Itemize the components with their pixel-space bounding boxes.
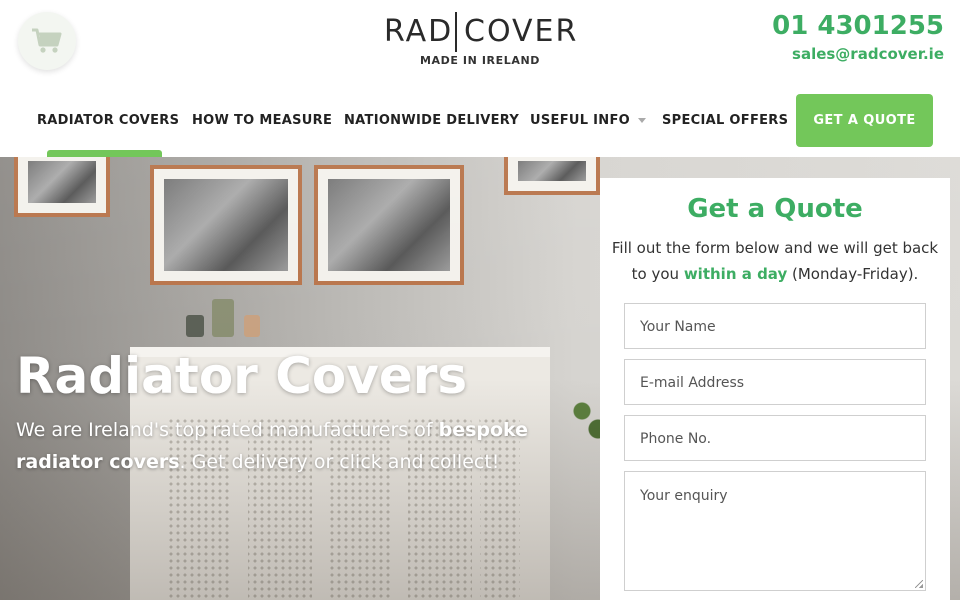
nav-special-offers[interactable]: SPECIAL OFFERS (662, 113, 788, 128)
form-subtitle-highlight: within a day (683, 265, 788, 283)
nav-useful-info[interactable]: USEFUL INFO (530, 113, 646, 128)
form-subtitle-part: (Monday-Friday). (787, 265, 919, 283)
resize-handle-icon[interactable] (915, 580, 923, 588)
name-field[interactable]: Your Name (624, 303, 926, 349)
hero-description: We are Ireland's top rated manufacturers… (16, 414, 556, 478)
nav-nationwide-delivery[interactable]: NATIONWIDE DELIVERY (344, 113, 519, 128)
form-subtitle: Fill out the form below and we will get … (610, 235, 940, 287)
site-logo[interactable]: RAD COVER MADE IN IRELAND (384, 12, 576, 70)
phone-number[interactable]: 01 4301255 (772, 10, 944, 42)
nav-radiator-covers[interactable]: RADIATOR COVERS (37, 113, 179, 128)
logo-word-right: COVER (464, 14, 579, 49)
enquiry-field[interactable]: Your enquiry (624, 471, 926, 591)
phone-field[interactable]: Phone No. (624, 415, 926, 461)
email-link[interactable]: sales@radcover.ie (792, 45, 944, 63)
hero-text-part: We are Ireland's top rated manufacturers… (16, 419, 439, 441)
enquiry-placeholder: Your enquiry (640, 488, 728, 504)
cart-button[interactable] (18, 12, 76, 70)
form-title: Get a Quote (687, 194, 863, 224)
quote-form: Get a Quote Fill out the form below and … (600, 178, 950, 600)
email-field[interactable]: E-mail Address (624, 359, 926, 405)
logo-divider (455, 12, 457, 52)
shopping-cart-icon (32, 28, 62, 53)
nav-useful-info-label: USEFUL INFO (530, 113, 630, 128)
hero-text-part: . Get delivery or click and collect! (179, 451, 500, 473)
site-header: RAD COVER MADE IN IRELAND 01 4301255 sal… (0, 0, 960, 157)
logo-word-left: RAD (384, 14, 454, 49)
active-nav-indicator (47, 150, 162, 157)
chevron-down-icon (638, 118, 646, 123)
get-a-quote-button[interactable]: GET A QUOTE (796, 94, 933, 147)
main-nav: RADIATOR COVERS HOW TO MEASURE NATIONWID… (0, 94, 960, 148)
logo-tagline: MADE IN IRELAND (420, 54, 540, 67)
nav-how-to-measure[interactable]: HOW TO MEASURE (192, 113, 332, 128)
hero-title: Radiator Covers (16, 347, 468, 405)
